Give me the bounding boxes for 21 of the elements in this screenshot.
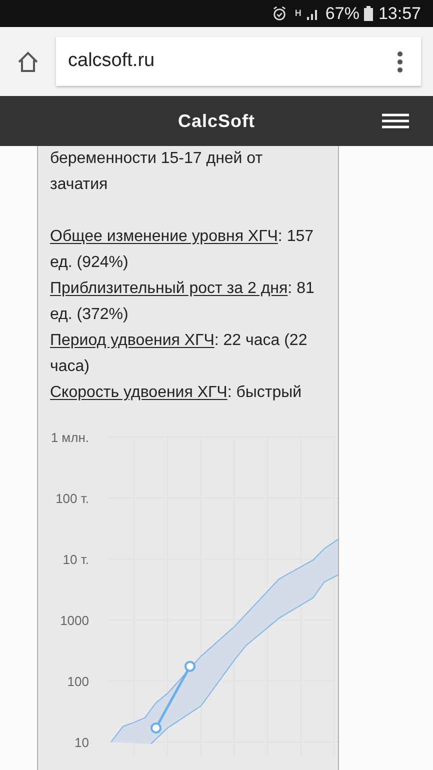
stat-text: Скорость удвоения ХГЧ: быстрый [50, 383, 303, 403]
battery-icon [364, 6, 374, 21]
axis-label: 1 млн. [50, 430, 89, 445]
alarm-icon [272, 6, 287, 21]
stat-text: Период удвоения ХГЧ: 22 часа (22 часа) [50, 331, 308, 377]
stat-text: Общее изменение уровня ХГЧ: 157 ед. (924%) [50, 227, 315, 273]
battery-percent: 67% [325, 2, 360, 25]
more-options-icon[interactable] [397, 50, 403, 72]
clock: 13:57 [378, 2, 421, 25]
stat-text: Приблизительный рост за 2 дня: 81 ед. (372%) [50, 279, 316, 325]
home-icon[interactable] [16, 50, 40, 74]
site-title[interactable]: CalcSoft [178, 108, 255, 134]
axis-label: 10 [74, 735, 89, 750]
menu-icon[interactable] [382, 113, 409, 129]
url-field[interactable]: calcsoft.ru [56, 37, 421, 86]
axis-label: 10 т. [62, 552, 89, 567]
result-text: беременности 15-17 дней от зачатия [50, 149, 264, 195]
axis-label: 100 [67, 674, 89, 689]
axis-label: 100 т. [56, 491, 89, 506]
axis-label: 1000 [60, 613, 89, 628]
network-type: H [294, 6, 302, 20]
